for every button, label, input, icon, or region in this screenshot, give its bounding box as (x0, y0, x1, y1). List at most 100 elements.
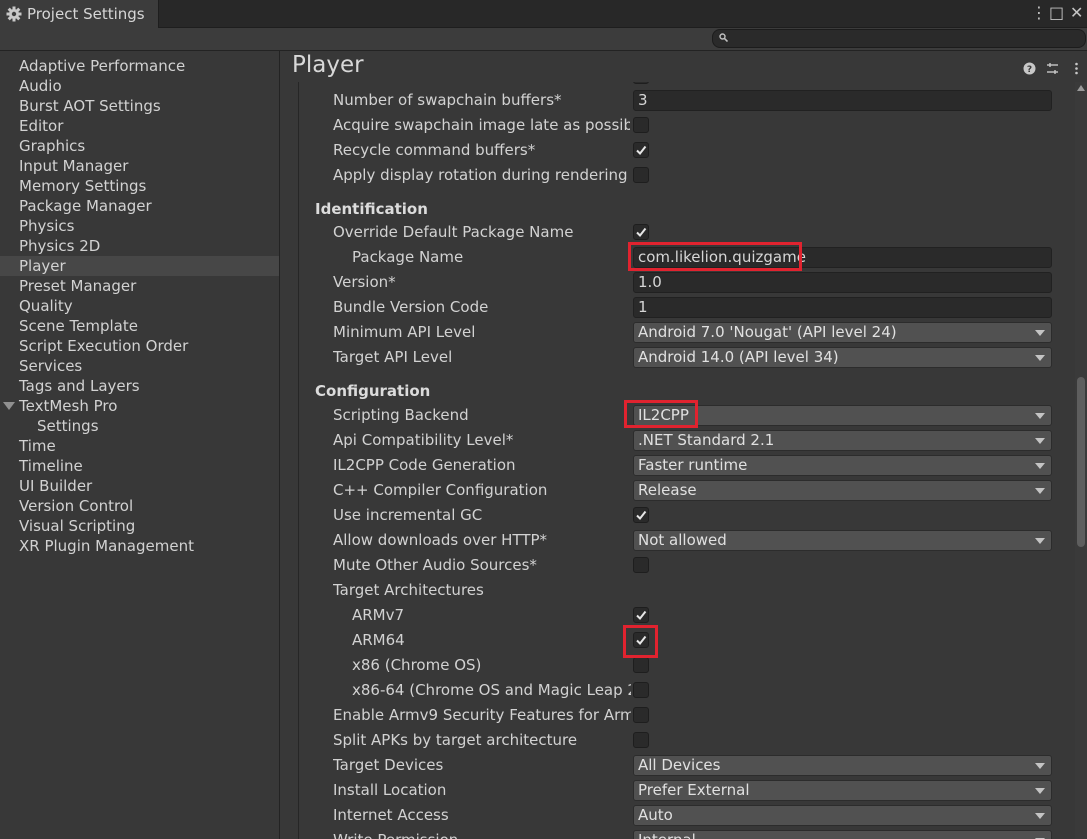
sidebar-item-player[interactable]: Player (0, 256, 279, 276)
maximize-icon[interactable]: □ (1049, 2, 1064, 24)
sidebar-item-version-control[interactable]: Version Control (0, 496, 279, 516)
bundle-version-row: Bundle Version Code 1 (299, 295, 1069, 320)
sidebar-item-label: TextMesh Pro (19, 397, 118, 415)
expand-arrow-icon[interactable] (3, 402, 15, 410)
close-icon[interactable]: ✕ (1070, 2, 1083, 24)
sidebar-item-visual-scripting[interactable]: Visual Scripting (0, 516, 279, 536)
sidebar-item-package-manager[interactable]: Package Manager (0, 196, 279, 216)
gear-icon (6, 6, 22, 22)
setting-label: x86 (Chrome OS) (352, 656, 482, 674)
sidebar-item-label: Scene Template (19, 317, 138, 335)
setting-label: Mute Other Audio Sources* (333, 556, 537, 574)
window-menu-icon[interactable]: ⋮ (1031, 2, 1047, 24)
sidebar-item-timeline[interactable]: Timeline (0, 456, 279, 476)
sidebar-item-xr-plugin-management[interactable]: XR Plugin Management (0, 536, 279, 556)
arm64-row: ARM64 (299, 628, 1069, 653)
setting-label: Version* (333, 273, 396, 291)
page-title: Player (292, 52, 364, 78)
sidebar-item-tags-and-layers[interactable]: Tags and Layers (0, 376, 279, 396)
armv7-checkbox[interactable] (633, 607, 649, 623)
dropdown-value: Prefer External (638, 781, 750, 799)
chevron-down-icon (1035, 463, 1045, 469)
incremental-gc-checkbox[interactable] (633, 507, 649, 523)
swapchain-buffers-field[interactable]: 3 (633, 90, 1052, 111)
recycle-buffers-checkbox[interactable] (633, 142, 649, 158)
sidebar-item-label: Version Control (19, 497, 134, 515)
x86-row: x86 (Chrome OS) (299, 653, 1069, 678)
sidebar-item-script-execution-order[interactable]: Script Execution Order (0, 336, 279, 356)
sidebar-item-editor[interactable]: Editor (0, 116, 279, 136)
vertical-scrollbar[interactable] (1075, 82, 1087, 839)
more-options-icon[interactable] (1070, 62, 1083, 75)
project-settings-tab[interactable]: Project Settings (0, 0, 159, 28)
section-header-identification: Identification (315, 200, 428, 218)
sidebar-item-services[interactable]: Services (0, 356, 279, 376)
sidebar-item-textmesh-settings[interactable]: Settings (0, 416, 279, 436)
identification-header-row: Identification (299, 197, 1069, 222)
scroll-up-arrow-icon[interactable] (1077, 85, 1085, 91)
scripting-backend-highlight (624, 400, 698, 428)
internet-access-row: Internet Access Auto (299, 803, 1069, 828)
api-compat-dropdown[interactable]: .NET Standard 2.1 (633, 430, 1052, 451)
x86-64-checkbox[interactable] (633, 682, 649, 698)
target-devices-dropdown[interactable]: All Devices (633, 755, 1052, 776)
http-downloads-dropdown[interactable]: Not allowed (633, 530, 1052, 551)
sidebar-item-physics-2d[interactable]: Physics 2D (0, 236, 279, 256)
search-input[interactable] (712, 29, 1086, 48)
scrollbar-thumb[interactable] (1077, 377, 1085, 547)
split-apks-checkbox[interactable] (633, 732, 649, 748)
setting-label: Scripting Backend (333, 406, 469, 424)
min-api-dropdown[interactable]: Android 7.0 'Nougat' (API level 24) (633, 322, 1052, 343)
armv9-security-checkbox[interactable] (633, 707, 649, 723)
cpp-compiler-dropdown[interactable]: Release (633, 480, 1052, 501)
sidebar-item-label: Editor (19, 117, 64, 135)
setting-label: Minimum API Level (333, 323, 476, 341)
bundle-version-code-field[interactable]: 1 (633, 297, 1052, 318)
target-api-dropdown[interactable]: Android 14.0 (API level 34) (633, 347, 1052, 368)
internet-access-dropdown[interactable]: Auto (633, 805, 1052, 826)
sidebar-item-ui-builder[interactable]: UI Builder (0, 476, 279, 496)
dropdown-value: Internal (638, 831, 696, 839)
min-api-row: Minimum API Level Android 7.0 'Nougat' (… (299, 320, 1069, 345)
sidebar-item-textmesh-pro[interactable]: TextMesh Pro (0, 396, 279, 416)
sidebar-item-label: Preset Manager (19, 277, 137, 295)
display-rotation-checkbox[interactable] (633, 167, 649, 183)
sidebar-item-audio[interactable]: Audio (0, 76, 279, 96)
sidebar-item-quality[interactable]: Quality (0, 296, 279, 316)
sidebar-item-label: Input Manager (19, 157, 129, 175)
override-package-checkbox[interactable] (633, 224, 649, 240)
acquire-late-checkbox[interactable] (633, 117, 649, 133)
sidebar-item-memory-settings[interactable]: Memory Settings (0, 176, 279, 196)
mute-audio-checkbox[interactable] (633, 557, 649, 573)
sidebar-item-burst-aot[interactable]: Burst AOT Settings (0, 96, 279, 116)
sidebar-item-time[interactable]: Time (0, 436, 279, 456)
version-field[interactable]: 1.0 (633, 272, 1052, 293)
preset-icon[interactable] (1046, 62, 1059, 75)
install-location-dropdown[interactable]: Prefer External (633, 780, 1052, 801)
sidebar-item-label: Visual Scripting (19, 517, 136, 535)
il2cpp-codegen-row: IL2CPP Code Generation Faster runtime (299, 453, 1069, 478)
write-permission-dropdown[interactable]: Internal (633, 830, 1052, 839)
sidebar-item-physics[interactable]: Physics (0, 216, 279, 236)
x86-checkbox[interactable] (633, 657, 649, 673)
chevron-down-icon (1035, 763, 1045, 769)
clipped-checkbox[interactable] (633, 82, 649, 84)
recycle-buffers-row: Recycle command buffers* (299, 138, 1069, 163)
sidebar-item-label: Settings (37, 417, 99, 435)
setting-label: Write Permission (333, 828, 628, 839)
il2cpp-codegen-dropdown[interactable]: Faster runtime (633, 455, 1052, 476)
sidebar-item-adaptive-performance[interactable]: Adaptive Performance (0, 56, 279, 76)
settings-sidebar: Adaptive Performance Audio Burst AOT Set… (0, 51, 280, 839)
help-icon[interactable]: ? (1023, 62, 1036, 75)
chevron-down-icon (1035, 488, 1045, 494)
player-settings-panel: Number of swapchain buffers* 3 Acquire s… (298, 82, 1069, 839)
sidebar-item-input-manager[interactable]: Input Manager (0, 156, 279, 176)
setting-label: Number of swapchain buffers* (333, 91, 562, 109)
setting-label: Target API Level (333, 348, 453, 366)
sidebar-item-graphics[interactable]: Graphics (0, 136, 279, 156)
sidebar-item-label: Burst AOT Settings (19, 97, 161, 115)
sidebar-item-scene-template[interactable]: Scene Template (0, 316, 279, 336)
setting-label: Install Location (333, 781, 447, 799)
cpp-compiler-row: C++ Compiler Configuration Release (299, 478, 1069, 503)
sidebar-item-preset-manager[interactable]: Preset Manager (0, 276, 279, 296)
